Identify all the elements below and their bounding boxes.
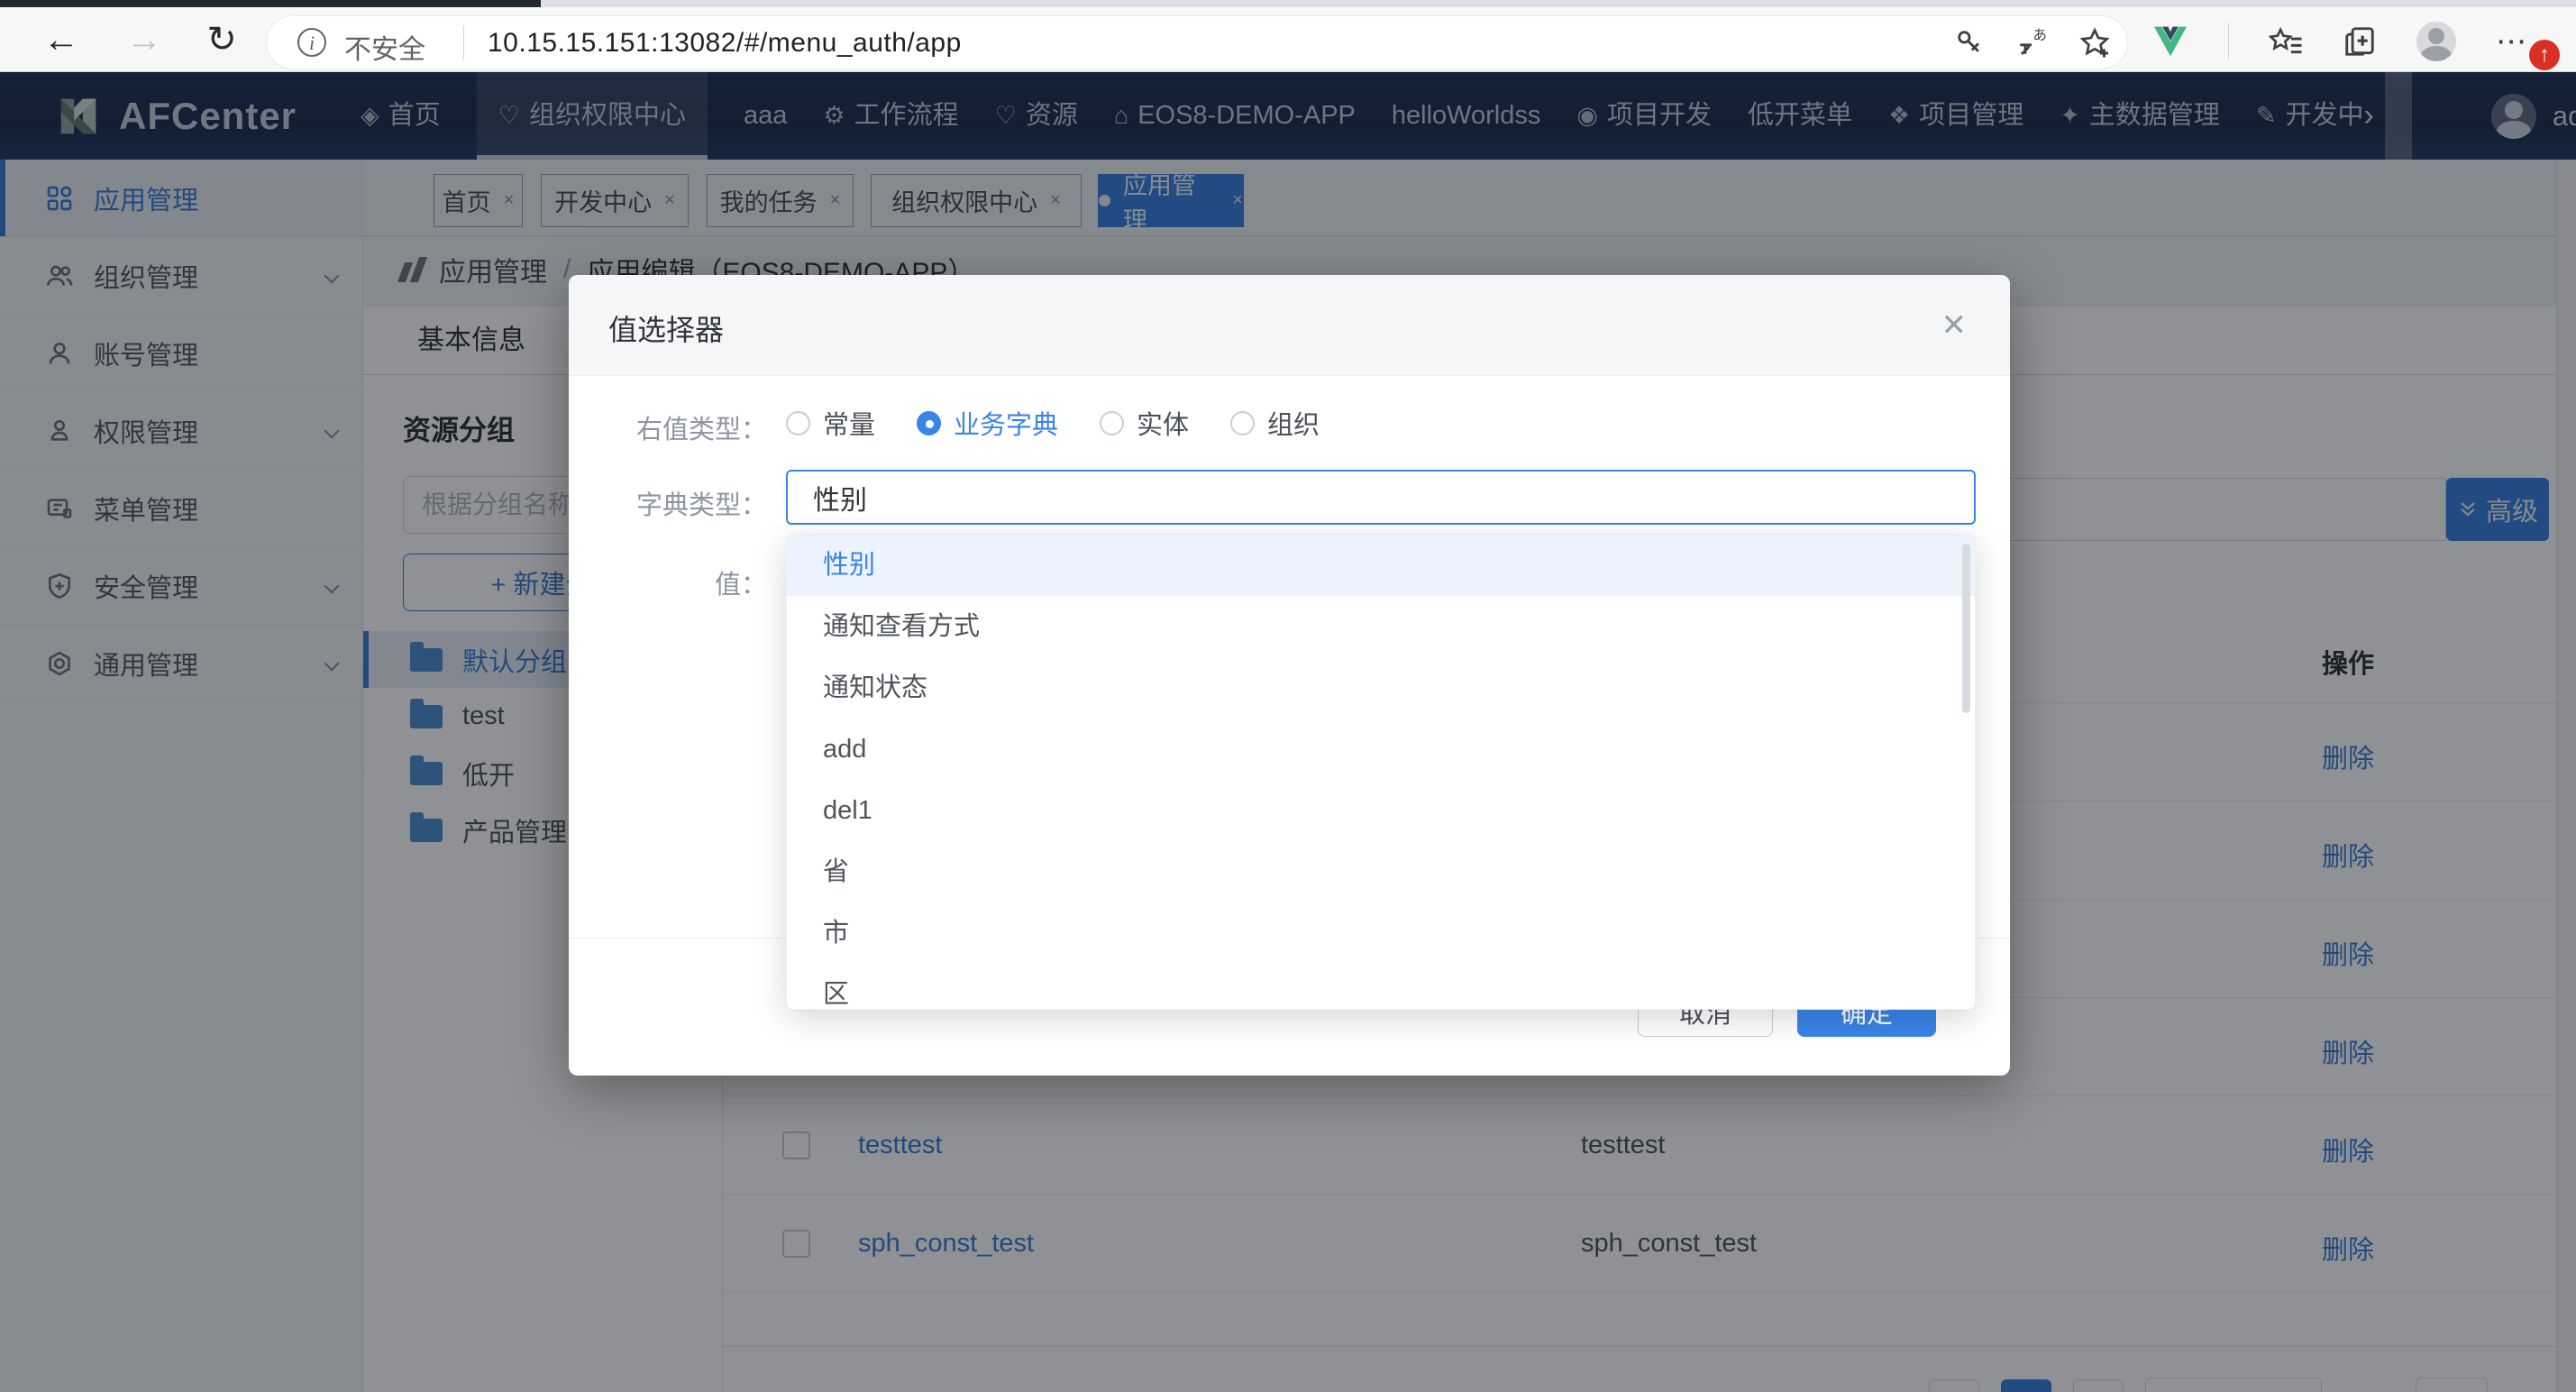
screen: ← → ↻ i 不安全 10.15.15.151:13082/#/menu_au…: [0, 0, 2576, 1392]
dict-type-input[interactable]: [786, 470, 1976, 525]
add-favorite-star-icon[interactable]: [2078, 26, 2111, 59]
radio-icon: [786, 411, 810, 435]
security-label[interactable]: 不安全: [344, 27, 425, 67]
dropdown-option-gender[interactable]: 性别: [787, 535, 1975, 596]
dropdown-scrollbar[interactable]: [1962, 544, 1970, 713]
browser-reload-button[interactable]: ↻: [196, 20, 247, 60]
password-key-icon[interactable]: [1954, 27, 1985, 58]
right-type-label: 右值类型：: [569, 408, 767, 446]
dropdown-option-notify-status[interactable]: 通知状态: [787, 657, 1975, 719]
browser-profile-avatar[interactable]: [2416, 22, 2456, 61]
translate-icon[interactable]: あ: [2015, 27, 2048, 58]
browser-back-button[interactable]: ←: [36, 20, 87, 60]
browser-tab-strip: [0, 0, 2576, 7]
browser-tab-dark: [0, 0, 541, 7]
vue-devtools-icon[interactable]: [2152, 25, 2188, 58]
dropdown-option-notify-view[interactable]: 通知查看方式: [787, 596, 1975, 657]
dict-type-dropdown: 性别 通知查看方式 通知状态 add del1 省 市 区: [786, 534, 1976, 1010]
radio-business-dict[interactable]: 业务字典: [917, 404, 1058, 442]
browser-toolbar: ← → ↻ i 不安全 10.15.15.151:13082/#/menu_au…: [0, 7, 2576, 72]
dialog-header: 值选择器 ✕: [569, 275, 2010, 376]
radio-entity[interactable]: 实体: [1100, 404, 1189, 442]
url-text[interactable]: 10.15.15.151:13082/#/menu_auth/app: [488, 28, 962, 59]
radio-icon: [917, 411, 941, 435]
address-bar[interactable]: i 不安全 10.15.15.151:13082/#/menu_auth/app…: [267, 16, 2127, 69]
dropdown-option-district[interactable]: 区: [787, 964, 1975, 1010]
radio-icon: [1100, 411, 1124, 435]
dropdown-option-add[interactable]: add: [787, 719, 1975, 780]
dropdown-option-del1[interactable]: del1: [787, 780, 1975, 841]
dropdown-option-city[interactable]: 市: [787, 902, 1975, 964]
close-icon[interactable]: ✕: [1941, 307, 1968, 343]
collections-icon[interactable]: [2343, 24, 2377, 59]
dropdown-option-province[interactable]: 省: [787, 841, 1975, 902]
update-badge-icon[interactable]: ↑: [2529, 40, 2560, 70]
address-divider: [463, 25, 464, 60]
svg-text:あ: あ: [2032, 28, 2047, 43]
radio-icon: [1230, 411, 1255, 435]
radio-constant[interactable]: 常量: [786, 404, 875, 442]
dict-type-label: 字典类型：: [569, 484, 767, 522]
value-label: 值：: [569, 563, 767, 601]
toolbar-divider: [2228, 23, 2229, 60]
dialog-title: 值选择器: [608, 307, 724, 349]
browser-menu-icon[interactable]: ⋯: [2496, 23, 2528, 60]
right-type-radio-group: 常量 业务字典 实体 组织: [786, 404, 1320, 442]
favorites-bar-icon[interactable]: [2269, 25, 2303, 58]
site-info-icon[interactable]: i: [297, 28, 326, 57]
radio-organization[interactable]: 组织: [1230, 404, 1320, 442]
browser-forward-button[interactable]: →: [119, 20, 169, 60]
